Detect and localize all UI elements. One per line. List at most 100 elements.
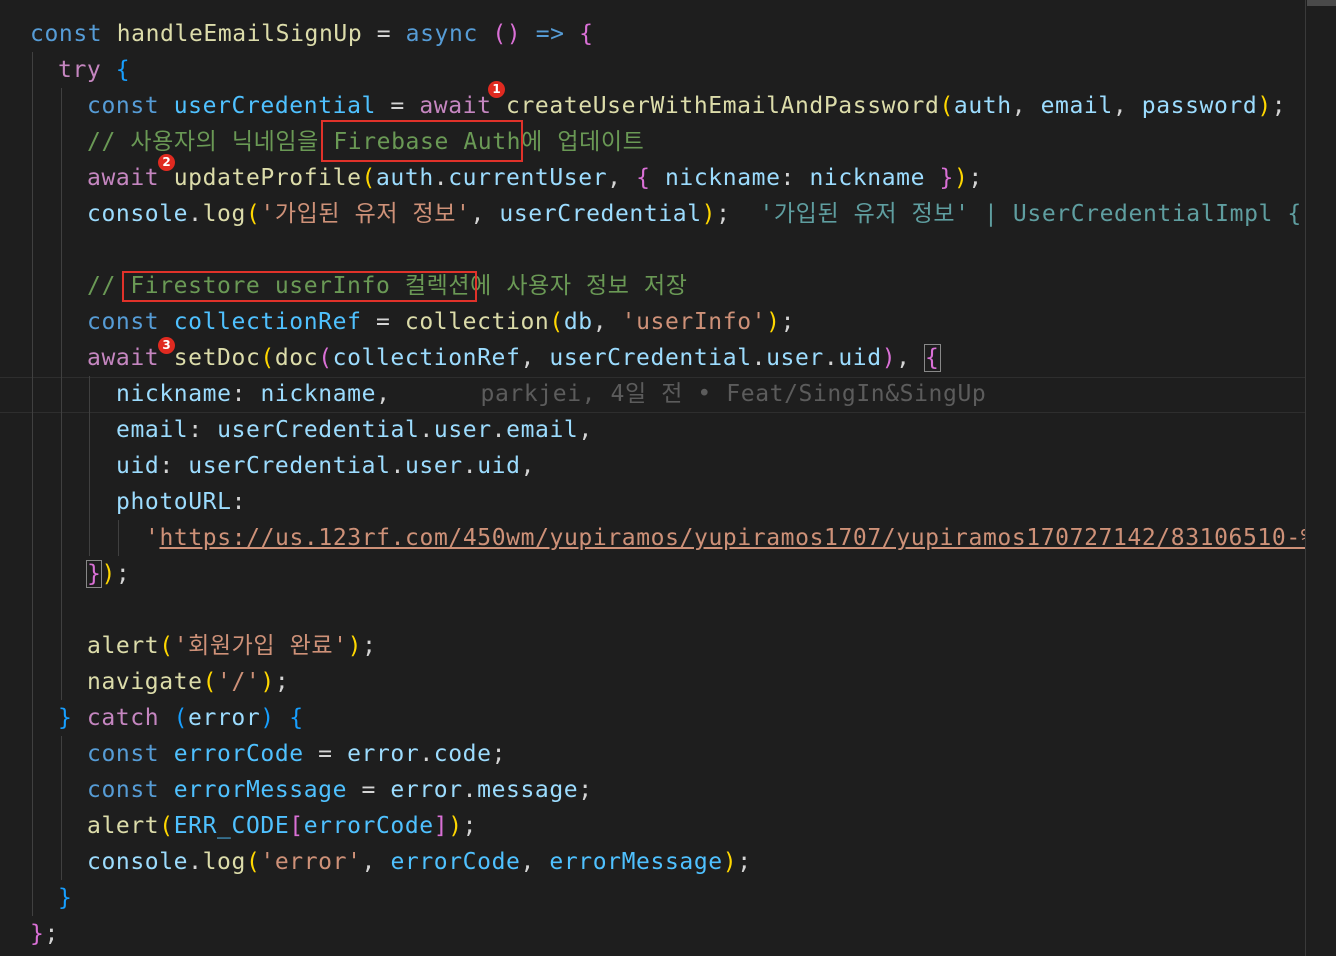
close-brace: } (58, 885, 73, 911)
dot: . (823, 345, 839, 371)
paren: ) (347, 633, 363, 659)
semicolon: ; (115, 561, 131, 587)
paren: ( (202, 669, 218, 695)
property: uid (477, 453, 521, 479)
argument: errorMessage (549, 849, 723, 875)
operator: = (303, 741, 348, 767)
paren: ( (159, 633, 174, 659)
indent-guide (118, 520, 119, 556)
open-brace-matched: { (924, 344, 941, 372)
paren: ( (939, 93, 954, 119)
variable-name: errorMessage (173, 777, 348, 803)
function-call: log (202, 201, 246, 227)
comma: , (1112, 93, 1142, 119)
code-line-6[interactable]: console.log('가입된 유저 정보', userCredential)… (87, 196, 1336, 232)
catch-param: error (188, 705, 261, 731)
highlight-box-firebase-auth (321, 120, 523, 162)
annotation-badge-3: 3 (158, 337, 175, 354)
keyword-await: await (419, 93, 492, 119)
bracket: [ (289, 813, 304, 839)
object: console (87, 849, 189, 875)
code-line-2[interactable]: try { (58, 52, 130, 88)
code-line-23[interactable]: alert(ERR_CODE[errorCode]); (87, 808, 477, 844)
operator: = (347, 777, 391, 803)
function-call: alert (87, 633, 160, 659)
code-line-22[interactable]: const errorMessage = error.message; (87, 772, 593, 808)
comma: , (470, 201, 500, 227)
property: user (766, 345, 824, 371)
operator: = (361, 309, 405, 335)
code-line-9[interactable]: const collectionRef = collection(db, 'us… (87, 304, 795, 340)
semicolon: ; (578, 777, 593, 803)
keyword-async: async (405, 21, 478, 47)
value: nickname (809, 165, 926, 191)
code-line-15[interactable]: 'https://us.123rf.com/450wm/yupiramos/yu… (145, 520, 1336, 556)
code-line-20[interactable]: } catch (error) { (58, 700, 304, 736)
dot: . (433, 165, 449, 191)
semicolon: ; (968, 165, 983, 191)
dot: . (188, 849, 203, 875)
object: userCredential (549, 345, 752, 371)
value: nickname (260, 381, 377, 407)
keyword-const: const (87, 93, 160, 119)
function-call: updateProfile (173, 165, 362, 191)
code-line-12[interactable]: email: userCredential.user.email, (116, 412, 593, 448)
comma: , (520, 849, 550, 875)
code-line-10[interactable]: await setDoc(doc(collectionRef, userCred… (87, 340, 941, 376)
argument: password (1141, 93, 1258, 119)
paren: ) (260, 669, 275, 695)
paren: ) (766, 309, 781, 335)
argument: auth (953, 93, 1012, 119)
semicolon: ; (362, 633, 377, 659)
code-line-16[interactable]: }); (85, 556, 131, 592)
colon: : (159, 453, 189, 479)
property: code (433, 741, 492, 767)
dot: . (419, 741, 434, 767)
semicolon: ; (780, 309, 796, 335)
object-key: nickname (116, 381, 232, 407)
code-line-26[interactable]: }; (30, 916, 59, 952)
code-line-21[interactable]: const errorCode = error.code; (87, 736, 506, 772)
code-line-11[interactable]: nickname: nickname, parkjei, 4일 전 • Feat/… (116, 376, 986, 412)
paren: ) (448, 813, 463, 839)
colon: : (231, 381, 261, 407)
property: message (477, 777, 579, 803)
paren: ) (260, 705, 275, 731)
code-line-3[interactable]: const userCredential = await createUserW… (87, 88, 1286, 124)
vertical-scrollbar[interactable] (1305, 0, 1336, 956)
argument: db (563, 309, 593, 335)
argument: email (1040, 93, 1113, 119)
close-brace: } (30, 921, 45, 947)
paren: ( (245, 201, 261, 227)
paren: ) (1257, 93, 1272, 119)
variable-name: collectionRef (173, 309, 362, 335)
operator: = (362, 21, 406, 47)
object: auth (375, 165, 434, 191)
property: email (506, 417, 579, 443)
paren: ) (701, 201, 717, 227)
semicolon: ; (462, 813, 478, 839)
code-line-19[interactable]: navigate('/'); (87, 664, 289, 700)
code-line-24[interactable]: console.log('error', errorCode, errorMes… (87, 844, 752, 880)
paren: ( (173, 705, 189, 731)
code-line-25[interactable]: } (58, 880, 72, 916)
code-line-14[interactable]: photoURL: (116, 484, 246, 520)
keyword-const: const (87, 741, 160, 767)
paren: ) (953, 165, 969, 191)
indent-guide (32, 52, 33, 916)
string-quote: ' (145, 525, 160, 551)
code-line-18[interactable]: alert('회원가입 완료'); (87, 628, 377, 664)
inline-value-hint: '가입된 유저 정보' | UserCredentialImpl { use (730, 201, 1336, 227)
property: uid (838, 345, 882, 371)
url-link[interactable]: https://us.123rf.com/450wm/yupiramos/yup… (159, 525, 1336, 551)
code-line-5[interactable]: await updateProfile(auth.currentUser, { … (87, 160, 983, 196)
indent-guide (61, 736, 62, 880)
colon: : (231, 489, 247, 515)
scrollbar-thumb[interactable] (1307, 0, 1336, 6)
object-key: photoURL (116, 489, 232, 515)
code-editor[interactable]: const handleEmailSignUp = async () => { … (0, 0, 1336, 956)
code-line-1[interactable]: const handleEmailSignUp = async () => { (30, 16, 594, 52)
variable-name: errorCode (173, 741, 304, 767)
indent-guide (89, 376, 90, 556)
code-line-13[interactable]: uid: userCredential.user.uid, (116, 448, 535, 484)
